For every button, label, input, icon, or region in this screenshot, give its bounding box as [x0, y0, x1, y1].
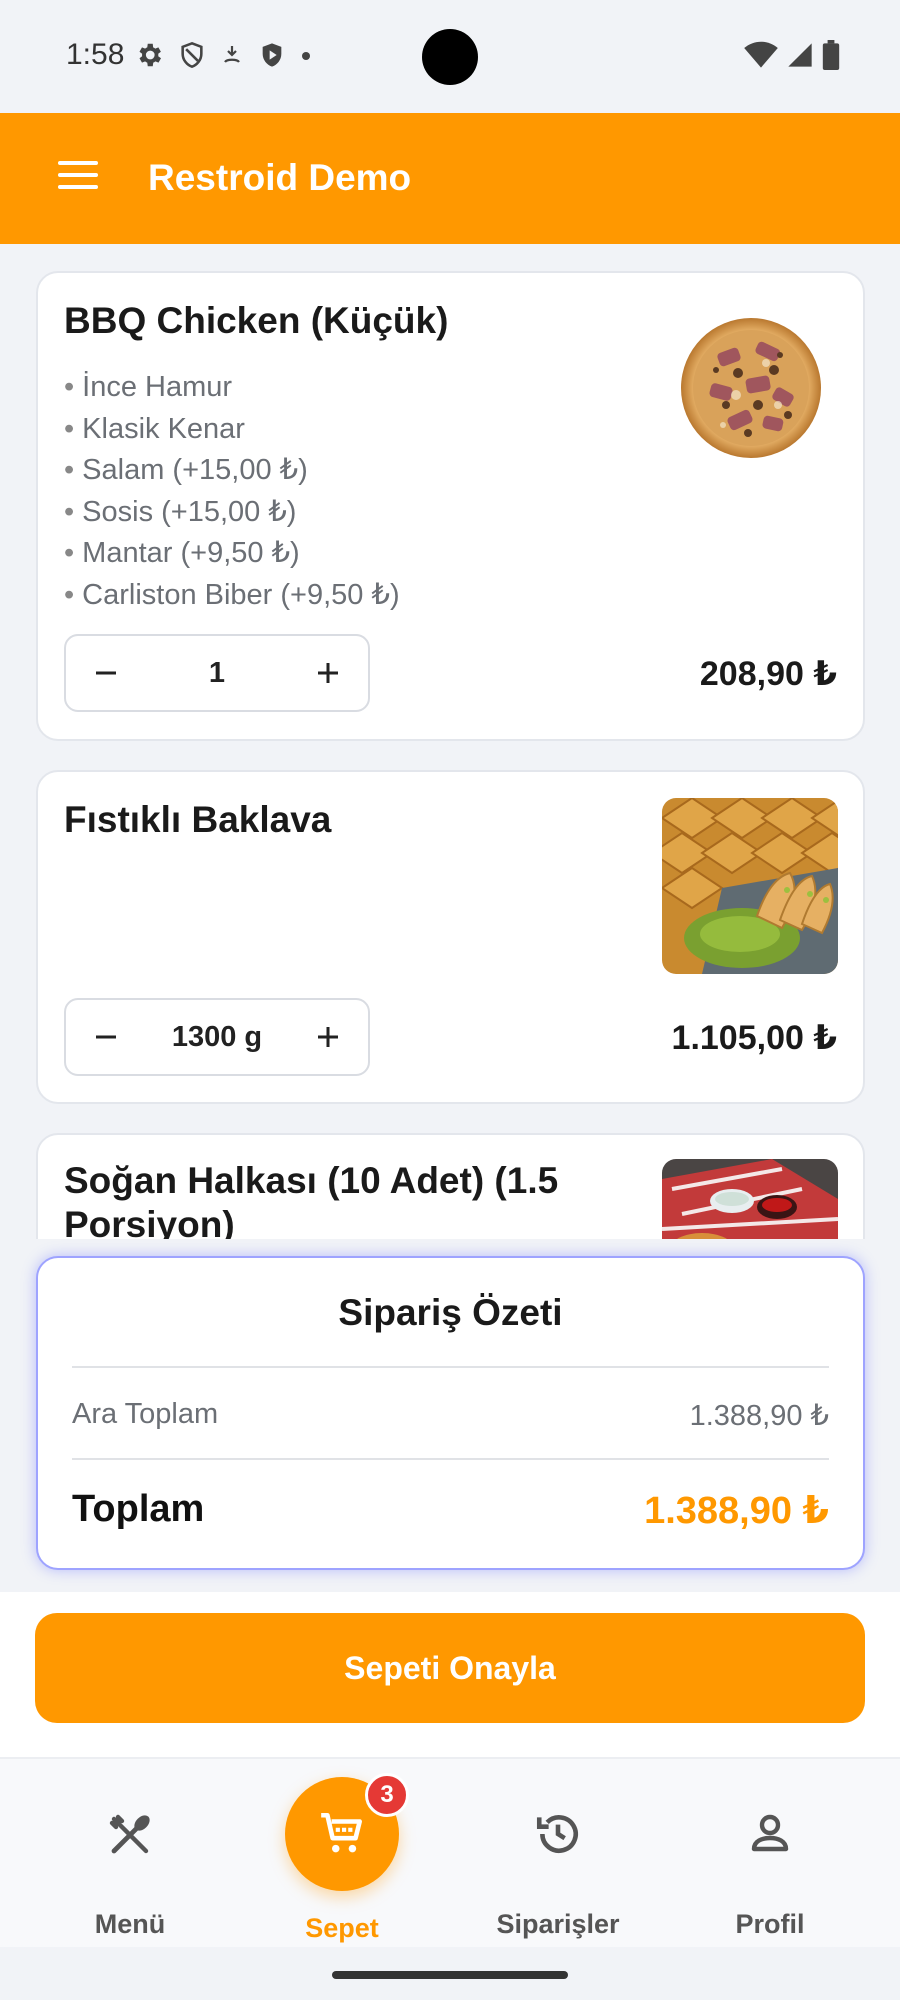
camera-cutout: [422, 29, 478, 85]
signal-icon: [786, 41, 814, 74]
shield-icon: [178, 40, 206, 75]
nav-item-cart[interactable]: Sepet: [242, 1759, 442, 1949]
hamburger-menu-icon[interactable]: [58, 161, 98, 193]
minus-icon: [96, 1035, 116, 1039]
plus-icon: [318, 663, 338, 683]
cart-item-title: Fıstıklı Baklava: [64, 799, 332, 840]
option-item: Mantar (+9,50 ₺): [64, 533, 400, 575]
pizza-image: [678, 315, 824, 461]
confirm-cart-button[interactable]: Sepeti Onayla: [35, 1613, 865, 1723]
option-item: Carliston Biber (+9,50 ₺): [64, 575, 399, 617]
option-item: İnce Hamur: [64, 367, 400, 409]
person-icon: [746, 1809, 794, 1862]
option-item: Klasik Kenar: [64, 409, 400, 451]
increase-button[interactable]: [288, 636, 368, 710]
increase-button[interactable]: [288, 1000, 368, 1074]
cart-item-options: İnce Hamur Klasik Kenar Salam (+15,00 ₺)…: [64, 367, 400, 617]
total-value: 1.388,90 ₺: [644, 1490, 829, 1532]
decrease-button[interactable]: [66, 1000, 146, 1074]
status-bar: 1:58: [0, 0, 900, 113]
decrease-button[interactable]: [66, 636, 146, 710]
order-summary-card: Sipariş Özeti Ara Toplam 1.388,90 ₺ Topl…: [36, 1256, 865, 1570]
status-time: 1:58: [66, 38, 125, 71]
history-icon: [533, 1809, 583, 1864]
subtotal-value: 1.388,90 ₺: [689, 1400, 829, 1432]
fork-knife-icon: [106, 1811, 154, 1864]
app-bar: Restroid Demo: [0, 113, 900, 244]
summary-title: Sipariş Özeti: [338, 1292, 563, 1333]
option-item: Salam (+15,00 ₺): [64, 450, 400, 492]
nav-item-orders[interactable]: Siparişler: [458, 1759, 658, 1949]
nav-label: Siparişler: [496, 1909, 620, 1939]
download-icon: [220, 41, 244, 74]
option-item: Sosis (+15,00 ₺): [64, 492, 400, 534]
cart-count-badge: 3: [365, 1773, 409, 1817]
home-gesture-handle[interactable]: [332, 1971, 568, 1979]
total-label: Toplam: [72, 1488, 205, 1530]
status-icons-right: [744, 40, 840, 75]
dot-icon: [300, 49, 312, 67]
quantity-stepper: 1: [64, 634, 370, 712]
gesture-bar: [0, 1947, 900, 2000]
nav-label: Sepet: [305, 1913, 379, 1943]
baklava-image: [662, 798, 838, 974]
nav-item-menu[interactable]: Menü: [30, 1759, 230, 1949]
item-price: 208,90 ₺: [699, 655, 837, 693]
bottom-navigation: Menü Sepet 3 Siparişler Profil: [0, 1757, 900, 1947]
item-price: 1.105,00 ₺: [671, 1019, 837, 1057]
onion-rings-image: [662, 1159, 838, 1239]
nav-label: Menü: [94, 1909, 166, 1939]
settings-icon: [134, 40, 164, 75]
app-title: Restroid Demo: [148, 157, 412, 198]
cart-list[interactable]: BBQ Chicken (Küçük) İnce Hamur Klasik Ke…: [0, 244, 900, 1239]
divider: [72, 1458, 829, 1460]
quantity-value: 1300 g: [171, 1021, 263, 1053]
status-icons-left: [134, 40, 312, 75]
cart-item-card: BBQ Chicken (Küçük) İnce Hamur Klasik Ke…: [36, 271, 865, 741]
quantity-stepper: 1300 g: [64, 998, 370, 1076]
quantity-value: 1: [208, 657, 226, 689]
divider: [72, 1366, 829, 1368]
minus-icon: [96, 671, 116, 675]
cart-item-title: Soğan Halkası (10 Adet) (1.5 Porsiyon): [64, 1160, 559, 1239]
wifi-icon: [744, 41, 778, 74]
cart-item-card: Fıstıklı Baklava 1300 g 1.105,00 ₺: [36, 770, 865, 1104]
confirm-area: Sepeti Onayla: [0, 1592, 900, 1757]
cart-item-title: BBQ Chicken (Küçük): [64, 300, 449, 341]
cart-icon: [321, 1812, 362, 1853]
plus-icon: [318, 1027, 338, 1047]
battery-icon: [822, 40, 840, 75]
cart-item-card: Soğan Halkası (10 Adet) (1.5 Porsiyon): [36, 1133, 865, 1239]
nav-label: Profil: [735, 1909, 805, 1939]
subtotal-label: Ara Toplam: [72, 1398, 219, 1430]
play-protect-icon: [258, 40, 286, 75]
nav-item-profile[interactable]: Profil: [670, 1759, 870, 1949]
